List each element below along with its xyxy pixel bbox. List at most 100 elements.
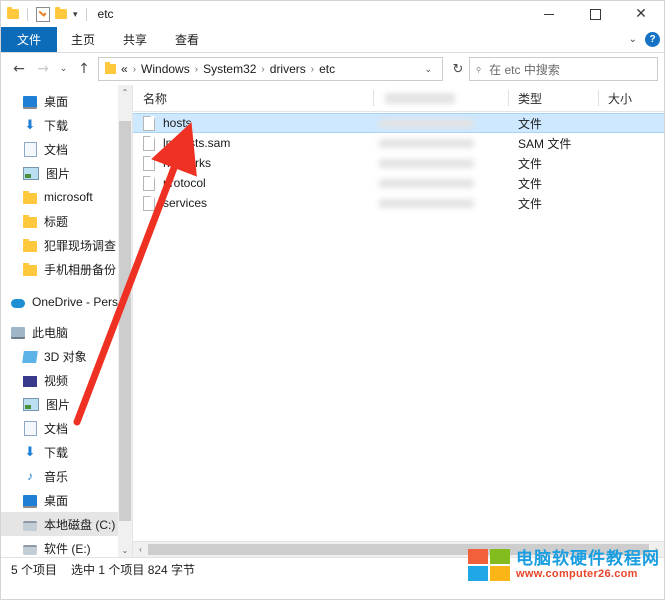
tab-view[interactable]: 查看 — [161, 27, 213, 52]
breadcrumb-item-drivers[interactable]: drivers — [270, 62, 306, 76]
up-button[interactable]: ↑ — [72, 57, 96, 81]
sidebar-item-label: 桌面 — [44, 493, 69, 508]
sidebar-item-downloads[interactable]: ⬇ 下载 \ — [1, 113, 132, 137]
file-type-cell: 文件 — [518, 156, 543, 171]
sidebar-item-desktop-pc[interactable]: 桌面 — [1, 488, 132, 512]
close-button[interactable]: ✕ — [618, 1, 664, 27]
file-name-cell[interactable]: lmhosts.sam — [133, 133, 373, 153]
tab-file[interactable]: 文件 — [1, 27, 58, 52]
watermark-url: www.computer26.com — [516, 568, 638, 580]
sidebar-item-pictures-pc[interactable]: 图片 — [1, 392, 132, 416]
sidebar-item-drive-e[interactable]: 软件 (E:) — [1, 536, 132, 557]
sidebar-item-videos[interactable]: 视频 — [1, 368, 132, 392]
divider — [27, 7, 28, 21]
chevron-down-icon[interactable]: ⌄ — [418, 64, 438, 75]
sidebar-scrollbar[interactable]: ⌃ ⌄ — [118, 85, 132, 557]
file-size-cell — [598, 173, 658, 193]
download-icon: ⬇ — [24, 444, 36, 459]
quick-access-toolbar: ▾ — [7, 6, 90, 22]
breadcrumb-separator: › — [310, 63, 315, 75]
breadcrumb-item-etc[interactable]: etc — [319, 62, 335, 76]
search-icon: ⌕ — [472, 62, 486, 76]
sidebar-item-label: 软件 (E:) — [44, 541, 91, 556]
sidebar-item-label: 文档 — [44, 421, 69, 436]
file-name-cell[interactable]: protocol — [133, 173, 373, 193]
folder-icon[interactable] — [7, 7, 19, 19]
watermark: 电脑软硬件教程网 www.computer26.com — [468, 549, 660, 581]
window-controls: ✕ — [526, 1, 664, 27]
maximize-button[interactable] — [572, 1, 618, 27]
sidebar-item-biaoti[interactable]: 标题 — [1, 209, 132, 233]
file-name-cell[interactable]: hosts — [133, 114, 373, 132]
sidebar-item-phone-backup[interactable]: 手机相册备份 — [1, 257, 132, 281]
sidebar-item-label: 文档 — [44, 142, 69, 157]
back-button[interactable]: ← — [7, 57, 31, 81]
file-name-cell[interactable]: networks — [133, 153, 373, 173]
sidebar-item-label: 桌面 — [44, 94, 69, 109]
column-header-name[interactable]: 名称 — [133, 85, 373, 111]
sidebar-item-crime-scene[interactable]: 犯罪现场调查 — [1, 233, 132, 257]
file-date-cell — [373, 193, 508, 213]
sidebar-item-documents-pc[interactable]: 文档 — [1, 416, 132, 440]
breadcrumb-separator: › — [261, 63, 265, 75]
redacted-text — [385, 92, 455, 104]
sidebar-item-label: 3D 对象 — [44, 349, 87, 364]
file-explorer-window: ▾ etc ✕ 文件 主页 共享 查看 ⌄ ? ← → ⌄ ↑ « › Wind… — [0, 0, 665, 600]
file-name-cell[interactable]: services — [133, 193, 373, 213]
recent-locations-button[interactable]: ⌄ — [55, 57, 72, 81]
file-date-cell — [373, 133, 508, 153]
folder-icon — [23, 238, 37, 252]
sidebar-item-label: 此电脑 — [32, 325, 69, 340]
sidebar-item-label: OneDrive - Pers — [32, 295, 119, 309]
column-header-size[interactable]: 大小 — [598, 85, 658, 111]
file-size-cell — [598, 193, 658, 213]
table-row[interactable]: hosts 文件 — [133, 113, 664, 133]
forward-button[interactable]: → — [31, 57, 55, 81]
breadcrumb-item-system32[interactable]: System32 — [203, 62, 256, 76]
sidebar-item-local-disk-c[interactable]: 本地磁盘 (C:) — [1, 512, 132, 536]
table-row[interactable]: lmhosts.sam SAM 文件 — [133, 133, 664, 153]
redacted-text — [379, 178, 474, 188]
sidebar-item-this-pc[interactable]: 此电脑 — [1, 320, 132, 344]
sidebar-item-desktop[interactable]: 桌面 \ — [1, 89, 132, 113]
scroll-down-icon[interactable]: ⌄ — [118, 543, 132, 557]
scroll-left-icon[interactable]: ‹ — [133, 545, 148, 554]
search-box[interactable]: ⌕ 在 etc 中搜索 — [469, 57, 658, 81]
sidebar-item-label: 手机相册备份 — [44, 262, 117, 277]
column-header-type[interactable]: 类型 — [508, 85, 598, 111]
folder-icon — [105, 62, 116, 74]
sidebar-item-documents[interactable]: 文档 \ — [1, 137, 132, 161]
breadcrumb-item-windows[interactable]: Windows — [141, 62, 190, 76]
sidebar-item-music[interactable]: ♪ 音乐 — [1, 464, 132, 488]
tab-home[interactable]: 主页 — [57, 27, 109, 52]
document-icon — [24, 141, 37, 157]
file-type-cell: 文件 — [518, 176, 543, 191]
video-icon — [23, 375, 37, 387]
chevron-down-icon[interactable]: ⌄ — [629, 34, 637, 45]
properties-icon[interactable] — [36, 6, 50, 22]
sidebar-item-pictures[interactable]: 图片 \ — [1, 161, 132, 185]
scroll-up-icon[interactable]: ⌃ — [118, 85, 132, 99]
refresh-button[interactable]: ↻ — [447, 58, 469, 80]
folder-icon — [23, 190, 37, 204]
file-icon — [143, 115, 155, 131]
table-row[interactable]: networks 文件 — [133, 153, 664, 173]
sidebar-item-3d-objects[interactable]: 3D 对象 — [1, 344, 132, 368]
table-row[interactable]: protocol 文件 — [133, 173, 664, 193]
scrollbar-thumb[interactable] — [119, 121, 131, 521]
sidebar-item-microsoft[interactable]: microsoft — [1, 185, 132, 209]
file-type-cell: SAM 文件 — [518, 136, 572, 151]
sidebar-item-label: 图片 — [46, 397, 71, 412]
breadcrumb-prefix: « — [121, 62, 128, 76]
sidebar-item-onedrive[interactable]: OneDrive - Pers — [1, 290, 132, 314]
sidebar-item-downloads-pc[interactable]: ⬇ 下载 — [1, 440, 132, 464]
tab-share[interactable]: 共享 — [109, 27, 161, 52]
help-icon[interactable]: ? — [645, 32, 660, 47]
breadcrumb[interactable]: « › Windows › System32 › drivers › etc ⌄ — [98, 57, 443, 81]
table-row[interactable]: services 文件 — [133, 193, 664, 213]
search-input[interactable]: 在 etc 中搜索 — [489, 61, 560, 78]
new-folder-icon[interactable] — [55, 7, 67, 19]
minimize-button[interactable] — [526, 1, 572, 27]
column-header-date[interactable] — [373, 85, 508, 111]
chevron-down-icon[interactable]: ▾ — [73, 9, 78, 19]
